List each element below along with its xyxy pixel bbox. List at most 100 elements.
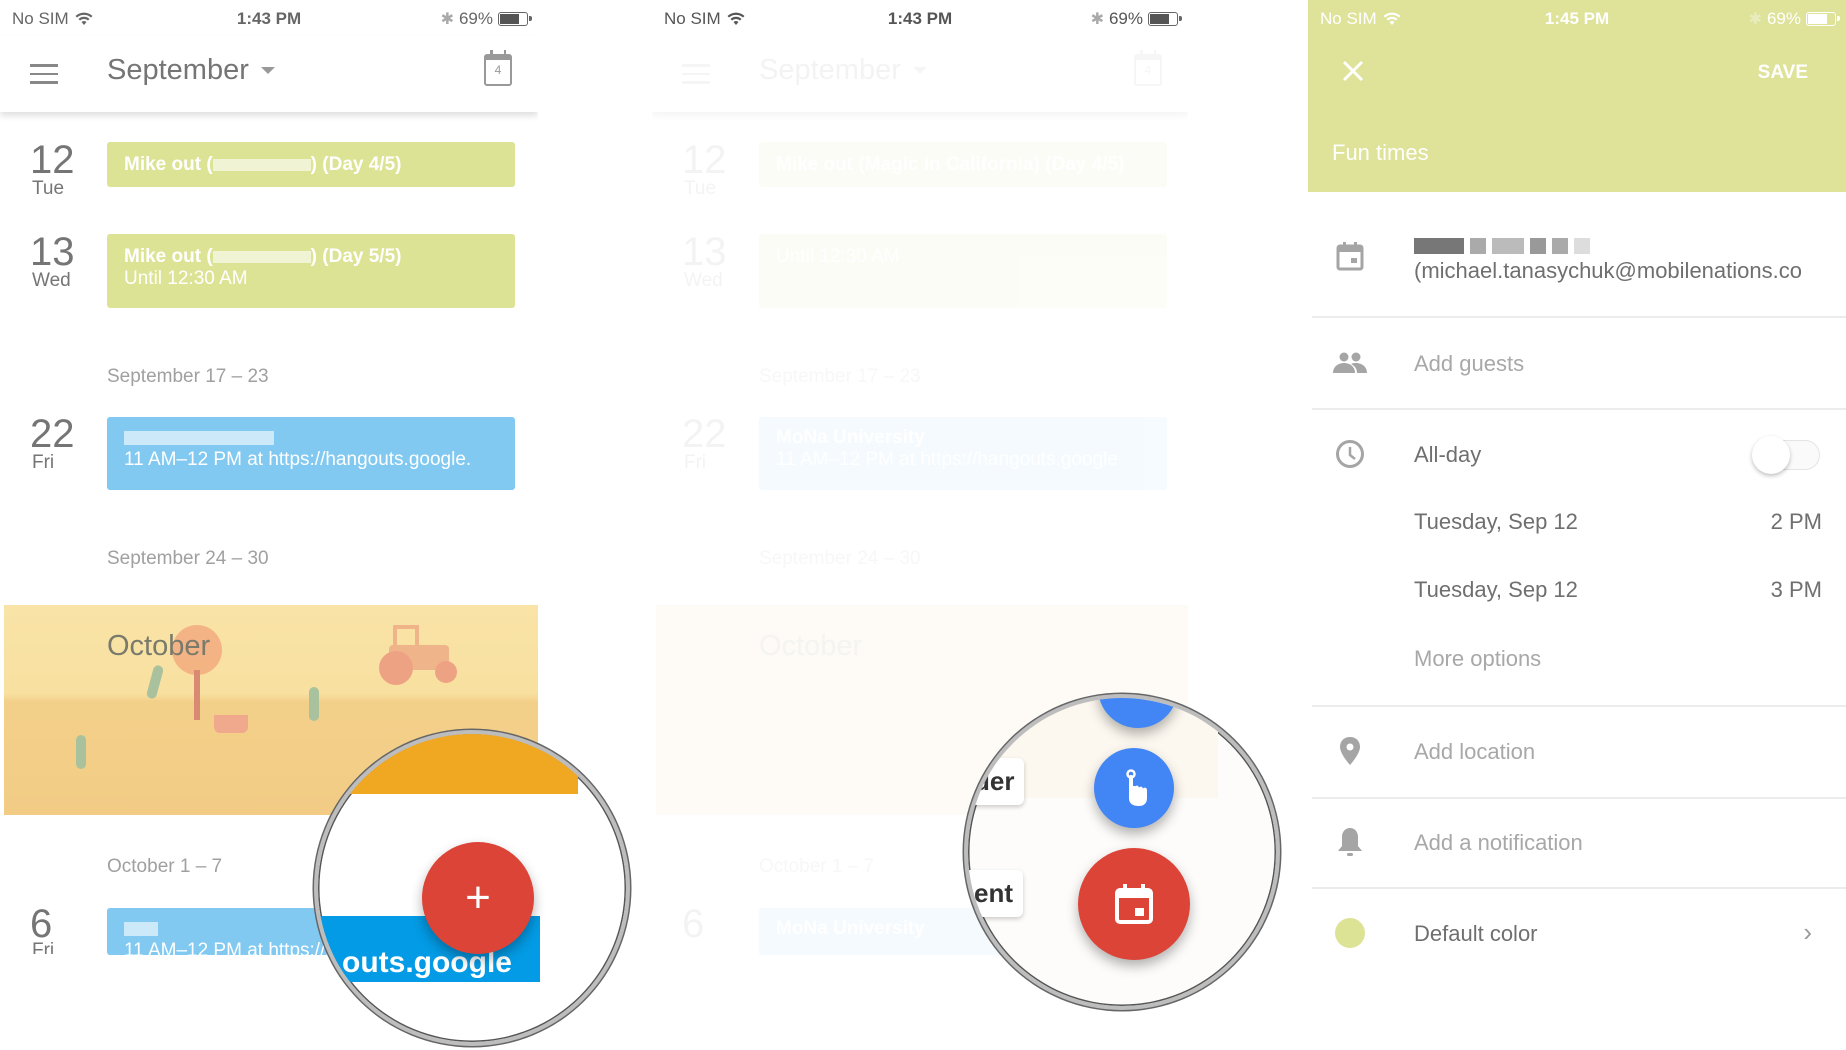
start-datetime-row: Tuesday, Sep 12 2 PM (1308, 505, 1846, 541)
location-pin-icon (1332, 733, 1368, 769)
magnifier-speed-dial: der ent (964, 694, 1280, 1010)
end-date[interactable]: Tuesday, Sep 12 (1414, 577, 1578, 603)
menu-icon[interactable] (30, 64, 58, 84)
day-number: 12 (30, 138, 75, 182)
dropdown-caret-icon (912, 67, 927, 74)
person-illustration (76, 735, 86, 769)
event-card: Mike out (Magic in California) (Day 4/5) (759, 142, 1167, 187)
more-options-link[interactable]: More options (1414, 646, 1541, 672)
week-label: September 24 – 30 (759, 548, 921, 569)
add-notification-row[interactable]: Add a notification (1308, 824, 1846, 864)
plus-icon: + (465, 873, 491, 922)
start-date[interactable]: Tuesday, Sep 12 (1414, 509, 1578, 535)
reminder-fab[interactable] (1094, 748, 1174, 828)
bluetooth-icon: ✱ (1090, 11, 1104, 28)
banner-month-label: October (759, 630, 863, 662)
account-name-redacted (1414, 232, 1596, 258)
new-event-fab[interactable] (1078, 848, 1190, 960)
event-time: Until 12:30 AM (776, 246, 900, 267)
end-datetime-row: Tuesday, Sep 12 3 PM (1308, 573, 1846, 609)
event-header: No SIM 1:45 PM ✱ 69% SAVE Fun times (1308, 0, 1846, 192)
add-location-row[interactable]: Add location (1308, 733, 1846, 773)
banner-zoomed (318, 734, 578, 794)
today-calendar-icon[interactable]: 4 (484, 50, 512, 86)
week-label: October 1 – 7 (107, 856, 223, 877)
event-title: MoNa University (776, 427, 925, 448)
menu-icon (682, 64, 710, 84)
end-time[interactable]: 3 PM (1771, 577, 1822, 603)
status-bar: No SIM 1:45 PM ✱ 69% (1308, 0, 1846, 36)
all-day-toggle[interactable] (1752, 434, 1822, 474)
battery-icon (1148, 12, 1182, 26)
month-title: September (107, 54, 249, 86)
chevron-right-icon: › (1803, 917, 1812, 947)
basket-illustration (214, 715, 248, 733)
day-number: 22 (30, 412, 75, 456)
day-name: Fri (32, 452, 55, 473)
day-name: Tue (32, 178, 65, 199)
event-title (124, 427, 498, 449)
status-bar: No SIM 1:43 PM ✱ 69% (652, 0, 1188, 36)
divider (1312, 797, 1846, 799)
calendar-account-row[interactable]: (michael.tanasychuk@mobilenations.co (1308, 230, 1846, 310)
event-card[interactable]: Mike out () (Day 4/5) (107, 142, 515, 187)
color-label: Default color (1414, 921, 1538, 946)
app-header: September 4 (0, 36, 538, 112)
save-button[interactable]: SAVE (1758, 62, 1808, 84)
all-day-row: All-day (1308, 436, 1846, 476)
day-name: Tue (684, 178, 717, 199)
day-number: 13 (30, 230, 75, 274)
battery-percent: 69% (1108, 9, 1143, 28)
tractor-illustration (379, 625, 459, 685)
tree-trunk (194, 670, 200, 720)
day-number: 12 (682, 138, 727, 182)
add-location-input: Add location (1414, 739, 1536, 764)
divider (1312, 408, 1846, 410)
status-bar: No SIM 1:43 PM ✱ 69% (0, 0, 538, 36)
day-number: 6 (682, 902, 705, 946)
add-notification-input: Add a notification (1414, 830, 1583, 855)
battery-icon (498, 12, 532, 26)
event-title: Mike out () (Day 5/5) (124, 246, 402, 267)
divider (1312, 887, 1846, 889)
redacted-text (124, 430, 274, 445)
event-card[interactable]: Mike out () (Day 5/5) Until 12:30 AM (107, 234, 515, 308)
event-title: Mike out (Magic in California) (Day 4/5) (776, 154, 1125, 175)
day-name: Fri (684, 452, 707, 473)
day-name: Wed (32, 270, 71, 291)
battery-percent: 69% (1766, 9, 1801, 28)
calendar-icon (1332, 238, 1368, 274)
close-icon[interactable] (1338, 56, 1368, 86)
dropdown-caret-icon (260, 67, 275, 74)
day-number: 22 (682, 412, 727, 456)
today-calendar-icon: 4 (1134, 50, 1162, 86)
bluetooth-icon: ✱ (1748, 11, 1762, 28)
banner-month-label: October (107, 630, 211, 662)
account-email: (michael.tanasychuk@mobilenations.co (1414, 258, 1802, 283)
event-title-input[interactable]: Fun times (1332, 140, 1429, 166)
banner-zoomed-accent (318, 774, 336, 794)
month-title: September (759, 54, 901, 86)
event-color-row[interactable]: Default color › (1308, 915, 1846, 955)
add-guests-row[interactable]: Add guests (1308, 345, 1846, 385)
start-time[interactable]: 2 PM (1771, 509, 1822, 535)
event-label[interactable]: ent (968, 870, 1023, 917)
color-swatch-icon (1332, 915, 1368, 951)
day-number: 13 (682, 230, 727, 274)
add-event-fab[interactable]: + (422, 842, 534, 954)
month-selector[interactable]: September (107, 54, 275, 87)
new-event-screen: No SIM 1:45 PM ✱ 69% SAVE Fun times (mic… (1308, 0, 1846, 1050)
magnifier-add-button: outs.google + (314, 730, 630, 1046)
bell-icon (1332, 824, 1368, 860)
battery-percent: 69% (458, 9, 493, 28)
more-options-row: More options (1308, 642, 1846, 678)
calendar-icon (1115, 884, 1153, 924)
day-name: Fri (32, 940, 55, 954)
event-time: Until 12:30 AM (124, 268, 248, 289)
event-card[interactable]: 11 AM–12 PM at https://hangouts.google. (107, 417, 515, 490)
divider (1312, 705, 1846, 707)
reminder-label[interactable]: der (968, 758, 1025, 805)
event-time: 11 AM–12 PM at https://hangouts.google. (776, 449, 1124, 470)
event-time: 11 AM–12 PM at https://hangouts.google. (124, 449, 472, 470)
all-day-label: All-day (1414, 442, 1482, 467)
